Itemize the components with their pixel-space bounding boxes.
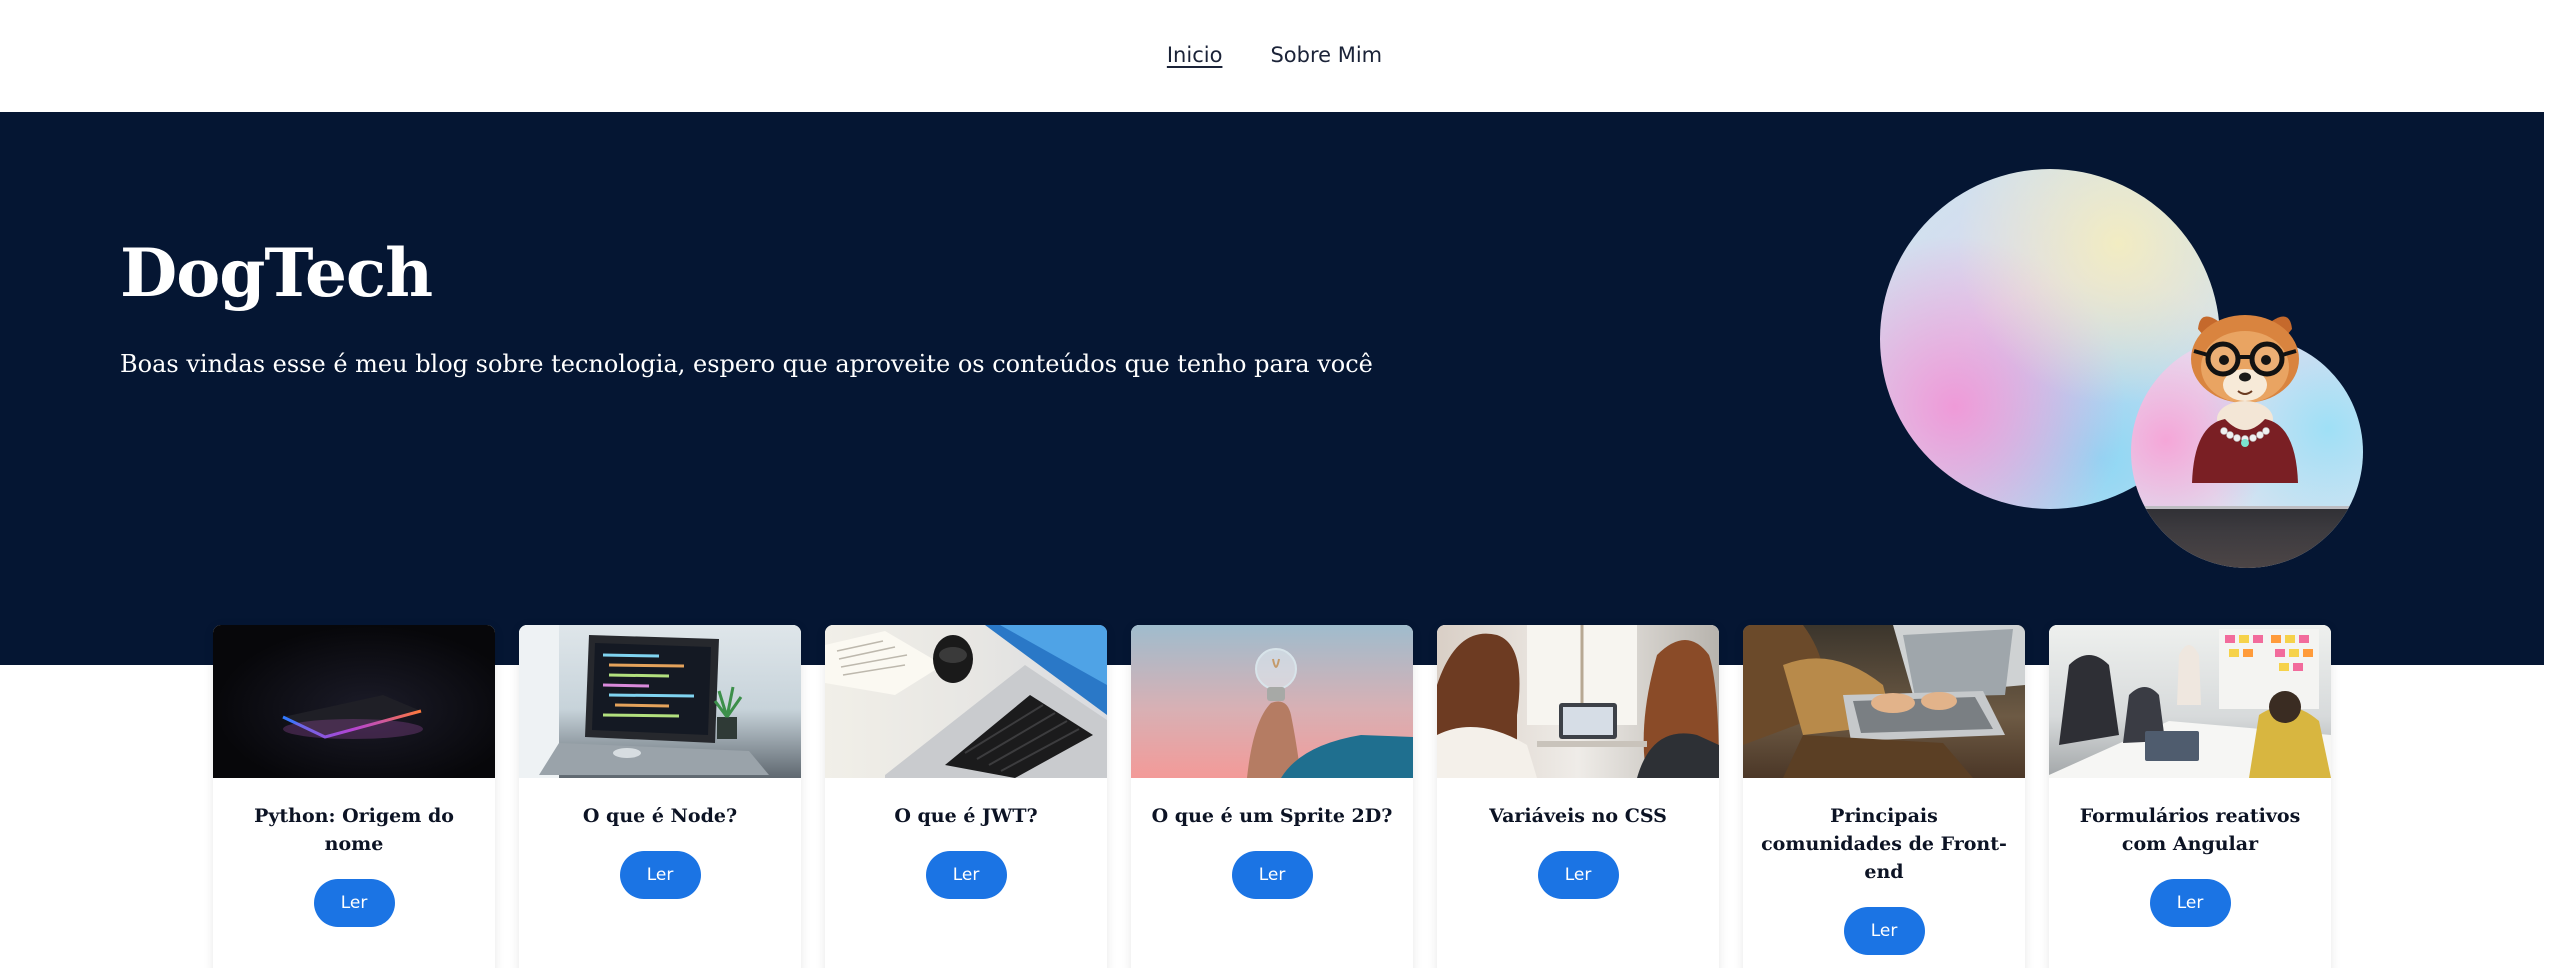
read-button[interactable]: Ler — [2149, 879, 2231, 927]
read-button[interactable]: Ler — [313, 879, 395, 927]
dog-with-glasses-illustration — [2191, 315, 2299, 483]
laptop-code-photo — [519, 625, 801, 778]
lightbulb-photo — [1131, 625, 1413, 778]
typing-laptop-photo — [1743, 625, 2025, 778]
post-title: Principais comunidades de Front-end — [1761, 805, 2007, 883]
read-button[interactable]: Ler — [619, 851, 701, 899]
post-card: Formulários reativos com Angular Ler — [2049, 625, 2331, 968]
laptop-neon-photo — [213, 625, 495, 778]
women-laptop-photo — [1437, 625, 1719, 778]
team-meeting-photo — [2049, 625, 2331, 778]
nav-link-sobre-mim[interactable]: Sobre Mim — [1270, 43, 1382, 67]
post-title: Variáveis no CSS — [1489, 805, 1667, 827]
read-button[interactable]: Ler — [925, 851, 1007, 899]
read-button[interactable]: Ler — [1843, 907, 1925, 955]
site-title: DogTech — [120, 234, 433, 312]
post-card: Python: Origem do nome Ler — [213, 625, 495, 968]
post-card: O que é Node? Ler — [519, 625, 801, 968]
post-title: Python: Origem do nome — [254, 805, 454, 855]
read-button[interactable]: Ler — [1537, 851, 1619, 899]
top-nav: Inicio Sobre Mim — [0, 0, 2549, 112]
post-card: Variáveis no CSS Ler — [1437, 625, 1719, 968]
post-title: O que é Node? — [582, 805, 738, 827]
hero-subtitle: Boas vindas esse é meu blog sobre tecnol… — [120, 350, 1373, 378]
post-title: Formulários reativos com Angular — [2079, 805, 2301, 855]
monitor-edge — [2131, 506, 2363, 568]
post-card: O que é um Sprite 2D? Ler — [1131, 625, 1413, 968]
post-title: O que é um Sprite 2D? — [1151, 805, 1393, 827]
post-card: O que é JWT? Ler — [825, 625, 1107, 968]
laptop-desk-photo — [825, 625, 1107, 778]
post-card-list: Python: Origem do nome Ler O que é Node?… — [213, 625, 2331, 968]
nav-link-inicio[interactable]: Inicio — [1167, 43, 1223, 67]
post-title: O que é JWT? — [894, 805, 1038, 827]
hero-banner: DogTech Boas vindas esse é meu blog sobr… — [0, 112, 2544, 665]
post-card: Principais comunidades de Front-end Ler — [1743, 625, 2025, 968]
read-button[interactable]: Ler — [1231, 851, 1313, 899]
